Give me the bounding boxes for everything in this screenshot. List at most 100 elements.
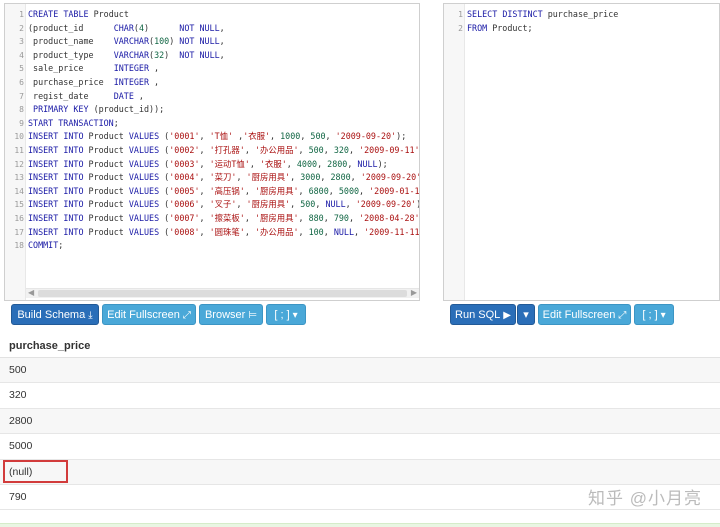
code-line[interactable]: 10 INSERT INTO Product VALUES ('0001', 'T… xyxy=(5,130,419,144)
code-line[interactable]: 8 PRIMARY KEY (product_id)); xyxy=(5,103,419,117)
code-text[interactable]: COMMIT; xyxy=(28,239,63,253)
build-schema-button[interactable]: Build Schema ⤓ xyxy=(11,304,99,325)
code-line[interactable]: 6 purchase_price INTEGER , xyxy=(5,76,419,90)
tree-icon: ⊨ xyxy=(248,310,258,321)
schema-code[interactable]: 1 CREATE TABLE Product 2 (product_id CHAR(4… xyxy=(5,8,419,253)
line-number: 16 xyxy=(14,213,24,223)
line-number: 10 xyxy=(14,132,24,142)
table-row: 500 xyxy=(0,358,720,384)
line-number: 1 xyxy=(458,10,463,19)
edit-fullscreen-label: Edit Fullscreen xyxy=(107,309,180,321)
code-line[interactable]: 2 FROM Product; xyxy=(444,22,719,36)
table-row: (null) xyxy=(0,459,720,485)
line-number: 1 xyxy=(19,10,24,19)
browser-label: Browser xyxy=(204,309,246,321)
line-number: 3 xyxy=(19,37,24,47)
table-row: 320 xyxy=(0,383,720,409)
horizontal-scrollbar[interactable]: ◀ ▶ xyxy=(26,288,419,298)
line-number-gutter xyxy=(444,4,465,300)
line-number: 7 xyxy=(19,91,24,101)
edit-fullscreen-label: Edit Fullscreen xyxy=(542,309,616,321)
line-number: 13 xyxy=(14,173,24,183)
line-number: 11 xyxy=(14,145,24,155)
line-number: 6 xyxy=(19,77,24,87)
code-line[interactable]: 16 INSERT INTO Product VALUES ('0007', '擦… xyxy=(5,212,419,226)
delimiter-dropdown-left[interactable]: [ ; ] ▾ xyxy=(266,304,306,325)
run-options-dropdown[interactable]: ▾ xyxy=(517,304,535,325)
query-editor[interactable]: 1 SELECT DISTINCT purchase_price 2 FROM Pro… xyxy=(443,3,720,301)
edit-fullscreen-button-left[interactable]: Edit Fullscreen ⤢ xyxy=(102,304,196,325)
download-icon: ⤓ xyxy=(88,310,93,321)
code-text[interactable]: (product_id CHAR(4) NOT NULL, xyxy=(28,22,225,36)
line-number: 2 xyxy=(458,23,463,33)
code-text[interactable]: INSERT INTO Product VALUES ('0003', '运动T… xyxy=(28,158,388,172)
code-text[interactable]: regist_date DATE , xyxy=(28,90,144,104)
caret-down-icon: ▾ xyxy=(660,310,666,321)
line-number: 4 xyxy=(19,50,24,60)
table-row: 2800 xyxy=(0,408,720,435)
scroll-left-icon[interactable]: ◀ xyxy=(28,288,34,297)
code-line[interactable]: 5 sale_price INTEGER , xyxy=(5,62,419,76)
code-line[interactable]: 4 product_type VARCHAR(32) NOT NULL, xyxy=(5,49,419,63)
code-text[interactable]: INSERT INTO Product VALUES ('0006', '叉子'… xyxy=(28,198,419,212)
code-text[interactable]: product_name VARCHAR(100) NOT NULL, xyxy=(28,35,225,49)
code-text[interactable]: product_type VARCHAR(32) NOT NULL, xyxy=(28,49,225,63)
scroll-right-icon[interactable]: ▶ xyxy=(411,288,417,297)
query-code[interactable]: 1 SELECT DISTINCT purchase_price 2 FROM Pro… xyxy=(444,8,719,35)
build-schema-label: Build Schema xyxy=(17,309,86,321)
line-number: 2 xyxy=(19,23,24,33)
line-number: 12 xyxy=(14,159,24,169)
code-line[interactable]: 15 INSERT INTO Product VALUES ('0006', '叉… xyxy=(5,198,419,212)
caret-down-icon: ▾ xyxy=(523,309,529,321)
null-highlight-box xyxy=(3,460,68,483)
delimiter-label: [ ; ] xyxy=(642,309,658,321)
line-number: 9 xyxy=(19,118,24,128)
code-line[interactable]: 17 INSERT INTO Product VALUES ('0008', '圆… xyxy=(5,226,419,240)
code-text[interactable]: INSERT INTO Product VALUES ('0002', '打孔器… xyxy=(28,144,419,158)
code-text[interactable]: INSERT INTO Product VALUES ('0001', 'T恤'… xyxy=(28,130,406,144)
table-row: 5000 xyxy=(0,434,720,460)
code-text[interactable]: START TRANSACTION; xyxy=(28,117,119,131)
code-text[interactable]: INSERT INTO Product VALUES ('0005', '高压锅… xyxy=(28,185,419,199)
code-line[interactable]: 12 INSERT INTO Product VALUES ('0003', '运… xyxy=(5,158,419,172)
code-line[interactable]: 18 COMMIT; xyxy=(5,239,419,253)
code-text[interactable]: sale_price INTEGER , xyxy=(28,62,159,76)
line-number: 5 xyxy=(19,64,24,74)
code-line[interactable]: 2 (product_id CHAR(4) NOT NULL, xyxy=(5,22,419,36)
scrollbar-thumb[interactable] xyxy=(38,290,407,297)
code-text[interactable]: FROM Product; xyxy=(467,22,533,36)
code-line[interactable]: 11 INSERT INTO Product VALUES ('0002', '打… xyxy=(5,144,419,158)
code-text[interactable]: INSERT INTO Product VALUES ('0004', '菜刀'… xyxy=(28,171,419,185)
expand-icon: ⤢ xyxy=(618,310,627,321)
code-text[interactable]: SELECT DISTINCT purchase_price xyxy=(467,8,618,22)
delimiter-dropdown-right[interactable]: [ ; ] ▾ xyxy=(634,304,674,325)
browser-button[interactable]: Browser ⊨ xyxy=(199,304,263,325)
code-line[interactable]: 1 SELECT DISTINCT purchase_price xyxy=(444,8,719,22)
code-text[interactable]: INSERT INTO Product VALUES ('0007', '擦菜板… xyxy=(28,212,419,226)
results-column-header: purchase_price xyxy=(0,334,720,358)
expand-icon: ⤢ xyxy=(182,310,191,321)
code-line[interactable]: 1 CREATE TABLE Product xyxy=(5,8,419,22)
code-line[interactable]: 14 INSERT INTO Product VALUES ('0005', '高… xyxy=(5,185,419,199)
code-line[interactable]: 9 START TRANSACTION; xyxy=(5,117,419,131)
edit-fullscreen-button-right[interactable]: Edit Fullscreen ⤢ xyxy=(538,304,631,325)
run-sql-button[interactable]: Run SQL ▶ xyxy=(450,304,516,325)
code-text[interactable]: INSERT INTO Product VALUES ('0008', '圆珠笔… xyxy=(28,226,419,240)
code-text[interactable]: purchase_price INTEGER , xyxy=(28,76,159,90)
line-number: 14 xyxy=(14,186,24,196)
delimiter-label: [ ; ] xyxy=(274,309,290,321)
run-sql-label: Run SQL xyxy=(455,309,501,321)
code-text[interactable]: CREATE TABLE Product xyxy=(28,8,129,22)
line-number: 17 xyxy=(14,227,24,237)
code-line[interactable]: 3 product_name VARCHAR(100) NOT NULL, xyxy=(5,35,419,49)
play-icon: ▶ xyxy=(503,310,511,321)
line-number: 18 xyxy=(14,241,24,251)
line-number: 8 xyxy=(19,105,24,115)
schema-editor[interactable]: 1 CREATE TABLE Product 2 (product_id CHAR(4… xyxy=(4,3,420,301)
code-line[interactable]: 7 regist_date DATE , xyxy=(5,90,419,104)
code-line[interactable]: 13 INSERT INTO Product VALUES ('0004', '菜… xyxy=(5,171,419,185)
code-text[interactable]: PRIMARY KEY (product_id)); xyxy=(28,103,164,117)
line-number: 15 xyxy=(14,200,24,210)
watermark: 知乎 @小月亮 xyxy=(588,489,702,508)
caret-down-icon: ▾ xyxy=(292,310,298,321)
